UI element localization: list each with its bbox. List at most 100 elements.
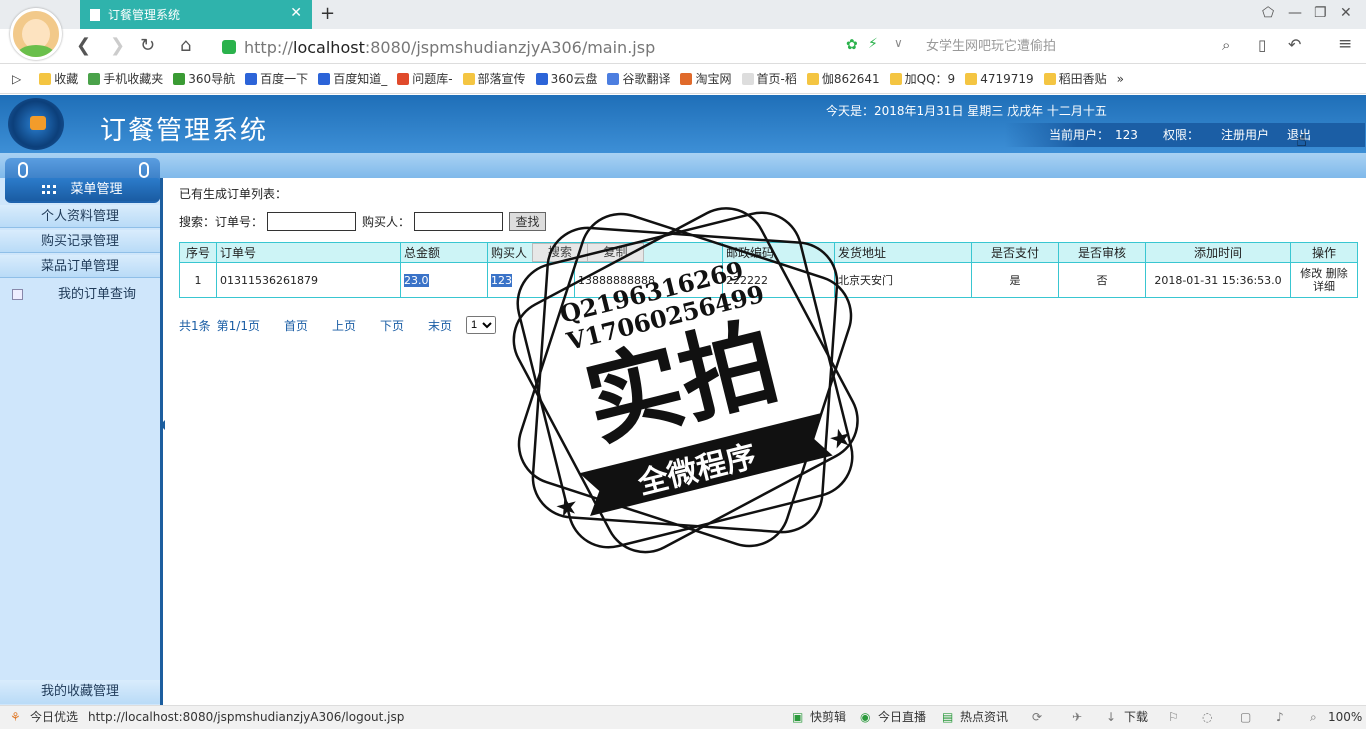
bookmark-item[interactable]: 问题库- <box>397 70 453 87</box>
sidebar-subitem-my-orders[interactable]: 我的订单查询 <box>0 284 160 306</box>
status-download[interactable]: 下载 <box>1124 706 1148 728</box>
collapse-sidebar-icon[interactable] <box>160 420 165 430</box>
main-content: 已有生成订单列表： 搜索： 订单号： 购买人： 查找 序号 订单号 总金额 购买… <box>166 178 1366 705</box>
cell-index: 1 <box>179 262 217 298</box>
home-icon[interactable]: ⌂ <box>180 35 191 56</box>
sidebar-toggle-icon[interactable]: ▷ <box>12 72 21 86</box>
cell-actions: 修改 删除 详细 <box>1290 262 1358 298</box>
user-bar: 当前用户： 123 权限： 注册用户 退出 <box>1005 123 1365 147</box>
detail-link[interactable]: 详细 <box>1313 280 1335 293</box>
bookmark-item[interactable]: 百度知道_ <box>318 70 387 87</box>
popup-search-button[interactable]: 搜索 <box>533 244 589 261</box>
sidebar-item-favorites[interactable]: 我的收藏管理 <box>0 680 160 704</box>
search-input[interactable]: 女学生网吧玩它遭偷拍 <box>912 36 1242 58</box>
bookmark-item[interactable]: 百度一下 <box>245 70 308 87</box>
speedup-icon[interactable]: ⟳ <box>1032 706 1042 728</box>
buyer-label: 购买人： <box>362 215 411 229</box>
minimize-icon[interactable]: — <box>1288 5 1302 21</box>
browser-tab[interactable]: 订餐管理系统 ✕ <box>80 0 312 29</box>
pager-prev[interactable]: 上页 <box>332 317 356 334</box>
zoom-icon: ⌕ <box>1310 710 1317 724</box>
new-tab-button[interactable]: + <box>320 3 335 24</box>
chevron-down-icon[interactable]: ∨ <box>894 36 903 50</box>
lightning-icon[interactable]: ⚡ <box>868 36 878 52</box>
avatar[interactable] <box>10 8 62 60</box>
live-icon: ◉ <box>860 710 871 724</box>
role: 注册用户 <box>1221 128 1270 142</box>
page-select[interactable]: 1 <box>466 316 497 334</box>
menu-header-frame: 菜单管理 <box>5 158 160 203</box>
order-no-input[interactable] <box>267 212 357 231</box>
more-bookmarks-icon[interactable]: » <box>1117 72 1124 86</box>
status-left[interactable]: 今日优选 <box>30 706 78 728</box>
cell-total-value: 23.0 <box>404 273 429 287</box>
url-field[interactable]: http://localhost:8080/jspmshudianzjyA306… <box>222 36 890 58</box>
bookmark-item[interactable]: 加QQ：9 <box>889 70 955 87</box>
sidebar-subitem-label: 我的订单查询 <box>58 287 137 302</box>
bookmark-item[interactable]: 首页-稻 <box>741 70 797 87</box>
pager-next[interactable]: 下页 <box>380 317 404 334</box>
restore-icon[interactable]: ❐ <box>1314 5 1327 21</box>
menu-icon[interactable]: ≡ <box>1338 34 1352 54</box>
menu-header[interactable]: 菜单管理 <box>5 178 160 201</box>
col-added: 添加时间 <box>1145 242 1291 263</box>
col-paid: 是否支付 <box>971 242 1059 263</box>
back-icon[interactable]: ❮ <box>76 35 91 56</box>
expand-icon <box>12 289 23 300</box>
zoom-level[interactable]: 100% <box>1328 706 1362 728</box>
pager-last[interactable]: 末页 <box>428 317 452 334</box>
phone-icon[interactable]: ▯ <box>1258 36 1266 54</box>
selection-popup: 搜索 复制 <box>532 243 644 262</box>
close-window-icon[interactable]: ✕ <box>1340 5 1352 21</box>
window-icon[interactable]: ▢ <box>1240 706 1251 728</box>
search-button[interactable]: 查找 <box>509 212 547 231</box>
search-icon[interactable]: ⌕ <box>1222 36 1230 54</box>
col-total: 总金额 <box>400 242 488 263</box>
close-tab-icon[interactable]: ✕ <box>290 5 302 21</box>
delete-link[interactable]: 删除 <box>1326 267 1348 280</box>
undo-icon[interactable]: ↶ <box>1288 35 1301 54</box>
current-user-label: 当前用户： <box>1049 128 1110 142</box>
bookmark-item[interactable]: 伽862641 <box>806 70 880 87</box>
url-prefix: http:// <box>244 37 294 57</box>
bookmark-item[interactable]: 360云盘 <box>535 70 597 87</box>
status-live[interactable]: 今日直播 <box>878 706 926 728</box>
pager-first[interactable]: 首页 <box>284 317 308 334</box>
sidebar-item-profile[interactable]: 个人资料管理 <box>0 205 160 228</box>
address-bar: ❮ ❯ ↻ ⌂ http://localhost:8080/jspmshudia… <box>0 29 1366 64</box>
bookmark-item[interactable]: 4719719 <box>965 72 1034 86</box>
bookmark-item[interactable]: 稻田香贴 <box>1043 70 1107 87</box>
reload-icon[interactable]: ↻ <box>140 35 155 56</box>
bookmark-item[interactable]: 淘宝网 <box>680 70 732 87</box>
bookmark-item[interactable]: 谷歌翻译 <box>607 70 670 87</box>
status-bar: ⚘ 今日优选 http://localhost:8080/jspmshudian… <box>0 705 1366 729</box>
edit-link[interactable]: 修改 <box>1300 267 1322 280</box>
hand-cursor-icon: ☝ <box>1296 130 1307 151</box>
browser-icon[interactable]: ◌ <box>1202 706 1212 728</box>
sidebar-item-orders[interactable]: 菜品订单管理 <box>0 255 160 278</box>
buyer-input[interactable] <box>414 212 504 231</box>
forward-icon[interactable]: ❯ <box>110 35 125 56</box>
popup-copy-button[interactable]: 复制 <box>588 244 643 261</box>
pin-icon[interactable]: ✈ <box>1072 706 1082 728</box>
pager-total: 共1条 <box>179 318 211 333</box>
speed-icon[interactable]: ✿ <box>846 37 858 53</box>
sound-icon[interactable]: ♪ <box>1276 706 1284 728</box>
status-clip[interactable]: 快剪辑 <box>810 706 846 728</box>
skin-icon[interactable]: ⬠ <box>1262 5 1274 21</box>
bookmark-item[interactable]: 收藏 <box>39 70 78 87</box>
status-news[interactable]: 热点资讯 <box>960 706 1008 728</box>
bookmark-item[interactable]: 部落宣传 <box>462 70 526 87</box>
sidebar-item-purchases[interactable]: 购买记录管理 <box>0 230 160 253</box>
col-index: 序号 <box>179 242 217 263</box>
page-icon <box>90 8 100 21</box>
sidebar: 个人资料管理 购买记录管理 菜品订单管理 我的订单查询 我的收藏管理 <box>0 178 163 705</box>
bookmark-item[interactable]: 360导航 <box>173 70 235 87</box>
cell-buyer-value: 123 <box>491 273 512 287</box>
app-header: 订餐管理系统 今天是：2018年1月31日 星期三 戊戌年 十二月十五 当前用户… <box>0 95 1366 153</box>
cell-zip: 222222 <box>722 262 835 298</box>
bookmark-item[interactable]: 手机收藏夹 <box>88 70 163 87</box>
flag-icon[interactable]: ⚐ <box>1168 706 1179 728</box>
cell-added: 2018-01-31 15:36:53.0 <box>1145 262 1291 298</box>
cell-order-no: 01311536261879 <box>216 262 401 298</box>
